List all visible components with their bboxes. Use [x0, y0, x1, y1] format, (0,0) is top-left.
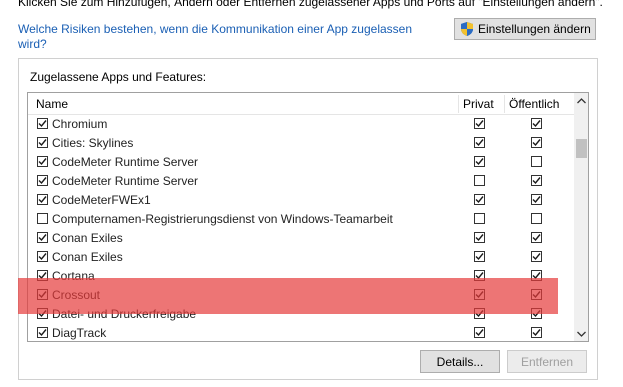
table-row[interactable]: CodeMeter Runtime Server — [28, 172, 574, 191]
public-checkbox[interactable] — [531, 213, 542, 224]
public-checkbox[interactable] — [531, 289, 542, 300]
private-checkbox[interactable] — [474, 270, 485, 281]
public-checkbox[interactable] — [531, 137, 542, 148]
change-settings-button[interactable]: Einstellungen ändern — [454, 18, 596, 40]
intro-text: Klicken Sie zum Hinzufügen, Ändern oder … — [18, 0, 603, 9]
private-checkbox[interactable] — [474, 251, 485, 262]
allowed-apps-panel: Zugelassene Apps und Features: Name Priv… — [18, 58, 598, 380]
remove-button[interactable]: Entfernen — [507, 350, 587, 373]
app-enabled-checkbox[interactable] — [37, 232, 48, 243]
table-row[interactable]: Cities: Skylines — [28, 134, 574, 153]
app-name: CodeMeterFWEx1 — [52, 193, 151, 207]
app-name: Crossout — [52, 288, 101, 302]
details-button[interactable]: Details... — [420, 350, 500, 373]
app-name: Cortana — [52, 269, 95, 283]
app-enabled-checkbox[interactable] — [37, 175, 48, 186]
column-header-public[interactable]: Öffentlich — [509, 97, 559, 111]
allowed-apps-list: Name Privat Öffentlich Chromium Cities: S… — [27, 92, 589, 342]
private-checkbox[interactable] — [474, 232, 485, 243]
app-enabled-checkbox[interactable] — [37, 270, 48, 281]
app-name: DiagTrack — [52, 326, 107, 340]
table-row[interactable]: DiagTrack — [28, 324, 574, 341]
private-checkbox[interactable] — [474, 118, 485, 129]
table-row[interactable]: Conan Exiles — [28, 248, 574, 267]
table-row[interactable]: CodeMeterFWEx1 — [28, 191, 574, 210]
change-settings-label: Einstellungen ändern — [478, 22, 591, 36]
scroll-down-arrow[interactable] — [574, 326, 588, 341]
public-checkbox[interactable] — [531, 156, 542, 167]
list-header: Name Privat Öffentlich — [28, 93, 574, 115]
app-enabled-checkbox[interactable] — [37, 194, 48, 205]
app-name: Conan Exiles — [52, 250, 123, 264]
table-row[interactable]: Crossout — [28, 286, 574, 305]
private-checkbox[interactable] — [474, 213, 485, 224]
private-checkbox[interactable] — [474, 194, 485, 205]
app-enabled-checkbox[interactable] — [37, 156, 48, 167]
public-checkbox[interactable] — [531, 232, 542, 243]
risk-info-link[interactable]: Welche Risiken bestehen, wenn die Kommun… — [18, 22, 428, 52]
private-checkbox[interactable] — [474, 156, 485, 167]
app-enabled-checkbox[interactable] — [37, 137, 48, 148]
app-name: Conan Exiles — [52, 231, 123, 245]
private-checkbox[interactable] — [474, 175, 485, 186]
table-row[interactable]: Computernamen-Registrierungsdienst von W… — [28, 210, 574, 229]
allowed-apps-title: Zugelassene Apps und Features: — [30, 70, 207, 84]
app-name: CodeMeter Runtime Server — [52, 174, 199, 188]
scrollbar-thumb[interactable] — [576, 139, 587, 158]
table-row[interactable]: CodeMeter Runtime Server — [28, 153, 574, 172]
private-checkbox[interactable] — [474, 289, 485, 300]
list-scrollbar[interactable] — [574, 93, 588, 341]
app-name: Cities: Skylines — [52, 136, 134, 150]
app-enabled-checkbox[interactable] — [37, 327, 48, 338]
app-enabled-checkbox[interactable] — [37, 251, 48, 262]
table-row[interactable]: Chromium — [28, 115, 574, 134]
column-header-name[interactable]: Name — [36, 97, 68, 111]
app-name: CodeMeter Runtime Server — [52, 155, 199, 169]
scroll-up-arrow[interactable] — [574, 93, 588, 108]
app-name: Computernamen-Registrierungsdienst von W… — [52, 212, 393, 226]
table-row[interactable]: Datei- und Druckerfreigabe — [28, 305, 574, 324]
private-checkbox[interactable] — [474, 308, 485, 319]
public-checkbox[interactable] — [531, 327, 542, 338]
app-enabled-checkbox[interactable] — [37, 118, 48, 129]
table-row[interactable]: Conan Exiles — [28, 229, 574, 248]
app-enabled-checkbox[interactable] — [37, 289, 48, 300]
public-checkbox[interactable] — [531, 308, 542, 319]
private-checkbox[interactable] — [474, 327, 485, 338]
column-header-private[interactable]: Privat — [463, 97, 494, 111]
app-name: Datei- und Druckerfreigabe — [52, 307, 197, 321]
public-checkbox[interactable] — [531, 194, 542, 205]
uac-shield-icon — [461, 22, 473, 36]
app-name: Chromium — [52, 117, 108, 131]
private-checkbox[interactable] — [474, 137, 485, 148]
table-row[interactable]: Cortana — [28, 267, 574, 286]
public-checkbox[interactable] — [531, 270, 542, 281]
public-checkbox[interactable] — [531, 175, 542, 186]
public-checkbox[interactable] — [531, 251, 542, 262]
app-enabled-checkbox[interactable] — [37, 308, 48, 319]
public-checkbox[interactable] — [531, 118, 542, 129]
app-enabled-checkbox[interactable] — [37, 213, 48, 224]
